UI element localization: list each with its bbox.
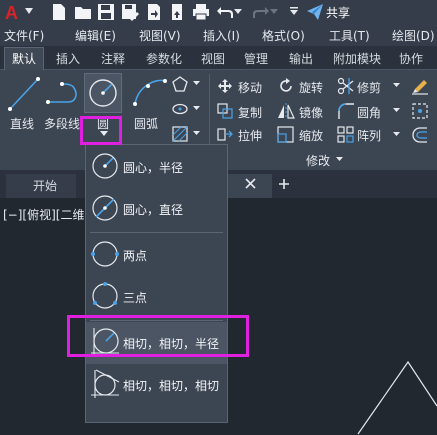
triangle-drawing: [357, 360, 437, 435]
tan-tan-tan-label: 相切，相切，相切: [123, 379, 220, 393]
modify-panel-title[interactable]: 修改: [306, 152, 330, 169]
save-as-icon[interactable]: [121, 3, 139, 21]
array-dropdown-icon[interactable]: [393, 132, 400, 137]
open-folder-icon[interactable]: [74, 3, 92, 21]
tab-start-label[interactable]: 开始: [33, 177, 57, 194]
plot-printer-icon[interactable]: [192, 3, 210, 21]
center-radius-label: 圆心，半径: [123, 161, 184, 175]
polygon-dropdown-icon[interactable]: [193, 81, 200, 86]
polygon-icon[interactable]: [172, 76, 188, 92]
share-label[interactable]: 共享: [326, 4, 350, 21]
viewport-controls-label[interactable]: [−][俯视][二维: [3, 206, 84, 223]
share-send-icon[interactable]: [306, 3, 324, 21]
center-diameter-icon: [92, 195, 118, 221]
circle-two-point-option[interactable]: 两点: [86, 234, 227, 276]
app-menu-arrow-icon[interactable]: [24, 6, 34, 16]
copy-label[interactable]: 复制: [238, 104, 262, 121]
circle-tool-button[interactable]: [84, 73, 122, 113]
svg-text:A: A: [5, 3, 18, 22]
redo-dropdown-icon[interactable]: [270, 8, 278, 16]
fillet-label[interactable]: 圆角: [357, 104, 381, 121]
tab-output[interactable]: 输出: [289, 50, 313, 67]
hatch-dropdown-icon[interactable]: [193, 131, 200, 136]
tab-insert[interactable]: 插入: [56, 50, 80, 67]
modify-panel-expand-icon[interactable]: [336, 157, 343, 162]
new-tab-plus-icon[interactable]: [278, 178, 290, 190]
save-icon[interactable]: [97, 3, 115, 21]
menu-file[interactable]: 文件(F): [4, 27, 44, 44]
three-point-label: 三点: [123, 291, 148, 305]
tab-manage[interactable]: 管理: [244, 50, 268, 67]
dropdown-separator: [90, 232, 223, 233]
circle-options-dropdown: 圆心，半径 圆心，直径 两点 三点 相切，相切，半径 相切，相切，相切: [85, 144, 228, 423]
circle-three-point-option[interactable]: 三点: [86, 276, 227, 318]
undo-icon[interactable]: [216, 3, 234, 21]
menu-bar: 文件(F) 编辑(E) 视图(V) 插入(I) 格式(O) 工具(T) 绘图(D…: [0, 24, 437, 46]
menu-edit[interactable]: 编辑(E): [75, 27, 116, 44]
menu-view[interactable]: 视图(V): [139, 27, 181, 44]
open-web-icon[interactable]: [145, 3, 163, 21]
copy-icon[interactable]: [217, 103, 233, 119]
tan-tan-radius-highlight: [67, 315, 249, 357]
two-point-icon: [91, 241, 119, 267]
erase-icon[interactable]: [411, 77, 429, 95]
center-diameter-label: 圆心，直径: [123, 203, 184, 217]
line-tool-icon[interactable]: [8, 76, 40, 112]
center-radius-icon: [92, 153, 118, 179]
customize-qat-icon[interactable]: [289, 7, 299, 17]
trim-dropdown-icon[interactable]: [393, 83, 400, 88]
rotate-icon[interactable]: [278, 78, 294, 94]
tab-annotate[interactable]: 注释: [101, 50, 125, 67]
two-point-label: 两点: [123, 249, 148, 263]
save-web-icon[interactable]: [168, 3, 186, 21]
three-point-icon: [92, 282, 118, 309]
tab-collaborate[interactable]: 协作: [399, 50, 423, 67]
mirror-icon[interactable]: [277, 102, 295, 120]
circle-dropdown-highlight: [80, 116, 122, 145]
rotate-label[interactable]: 旋转: [299, 79, 323, 96]
move-label[interactable]: 移动: [238, 79, 262, 96]
tan-tan-tan-icon: [91, 369, 120, 398]
explode-icon[interactable]: [411, 102, 429, 120]
undo-dropdown-icon[interactable]: [234, 8, 242, 16]
move-icon[interactable]: [217, 78, 233, 94]
mirror-label[interactable]: 镜像: [299, 104, 323, 121]
polyline-tool-label[interactable]: 多段线: [44, 115, 80, 132]
stretch-icon[interactable]: [217, 126, 233, 142]
arc-tool-label[interactable]: 圆弧: [134, 115, 158, 132]
scale-icon[interactable]: [277, 126, 294, 143]
array-icon[interactable]: [337, 126, 354, 143]
stretch-label[interactable]: 拉伸: [238, 127, 262, 144]
fillet-icon[interactable]: [337, 102, 355, 120]
fillet-dropdown-icon[interactable]: [393, 108, 400, 113]
trim-label[interactable]: 修剪: [357, 79, 381, 96]
tab-addins[interactable]: 附加模块: [333, 50, 381, 67]
quick-access-toolbar: A 共享: [0, 0, 437, 24]
new-file-icon[interactable]: [50, 3, 68, 21]
menu-draw[interactable]: 绘图(D): [392, 27, 435, 44]
circle-center-diameter-option[interactable]: 圆心，直径: [86, 188, 227, 230]
hatch-icon[interactable]: [172, 126, 188, 142]
autocad-logo-icon[interactable]: A: [4, 2, 24, 22]
close-tab-icon[interactable]: [245, 178, 256, 189]
offset-icon[interactable]: [411, 126, 429, 144]
circle-tan-tan-tan-option[interactable]: 相切，相切，相切: [86, 364, 227, 406]
ribbon-tab-bar: 默认 插入 注释 参数化 视图 管理 输出 附加模块 协作: [0, 46, 437, 70]
polyline-tool-icon[interactable]: [46, 80, 82, 106]
redo-icon[interactable]: [252, 3, 270, 21]
scale-label[interactable]: 缩放: [299, 127, 323, 144]
menu-format[interactable]: 格式(O): [262, 27, 305, 44]
tab-default[interactable]: 默认: [12, 50, 36, 67]
arc-tool-icon[interactable]: [132, 76, 168, 108]
menu-insert[interactable]: 插入(I): [203, 27, 240, 44]
tab-view[interactable]: 视图: [201, 50, 225, 67]
tab-parametric[interactable]: 参数化: [146, 50, 182, 67]
line-tool-label[interactable]: 直线: [10, 115, 34, 132]
array-label[interactable]: 阵列: [357, 127, 381, 144]
circle-center-radius-option[interactable]: 圆心，半径: [86, 146, 227, 188]
ellipse-icon[interactable]: [172, 102, 188, 116]
ellipse-dropdown-icon[interactable]: [193, 106, 200, 111]
menu-tools[interactable]: 工具(T): [329, 27, 370, 44]
trim-icon[interactable]: [337, 77, 355, 95]
